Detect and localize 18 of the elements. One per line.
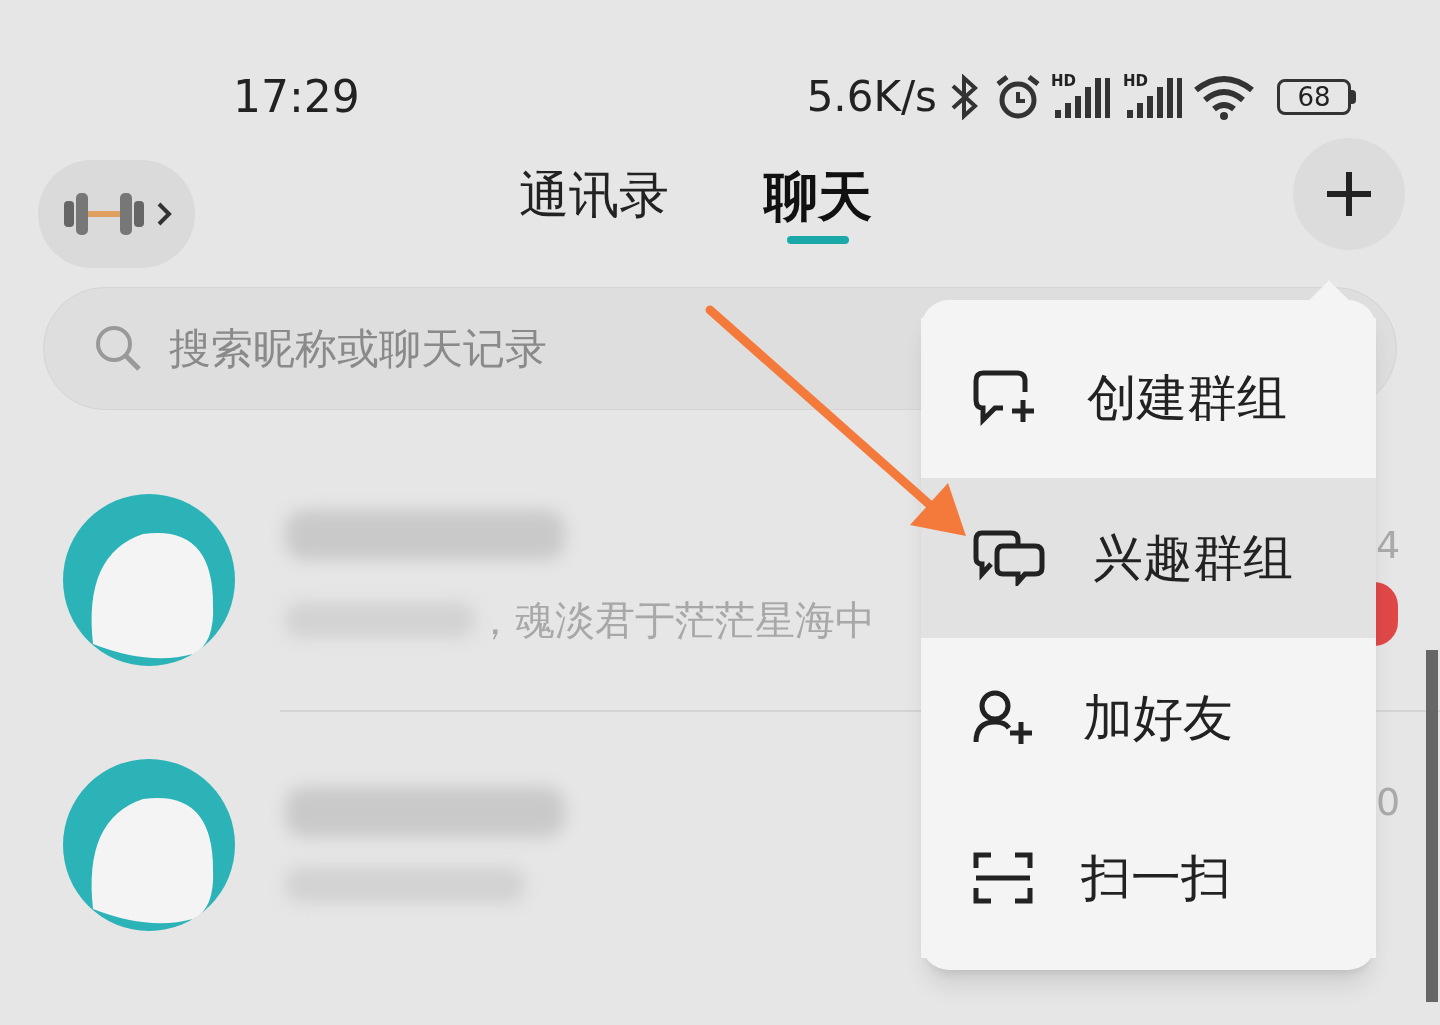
menu-item[interactable]: 兴趣群组 — [921, 478, 1376, 638]
chat-bubbles-icon — [973, 530, 1045, 586]
menu-item[interactable]: 扫一扫 — [921, 798, 1376, 958]
menu-item[interactable]: 加好友 — [921, 638, 1376, 798]
tab[interactable]: 聊天 — [764, 170, 872, 244]
scan-icon — [973, 852, 1033, 904]
clock-time: 17:29 — [233, 74, 360, 119]
network-speed: 5.6K/s — [806, 75, 937, 118]
search-icon — [93, 323, 143, 373]
message-preview: ，魂淡君于茫茫星海中 — [475, 595, 875, 645]
tab[interactable]: 通讯录 — [519, 170, 669, 244]
chevron-right-icon — [155, 201, 172, 227]
menu-item[interactable]: 创建群组 — [921, 318, 1376, 478]
wifi-icon — [1193, 73, 1255, 120]
person-plus-icon — [973, 690, 1035, 746]
plus-icon — [1324, 169, 1374, 219]
message-time: 4 — [1376, 522, 1401, 569]
message-time: 0 — [1376, 779, 1401, 826]
